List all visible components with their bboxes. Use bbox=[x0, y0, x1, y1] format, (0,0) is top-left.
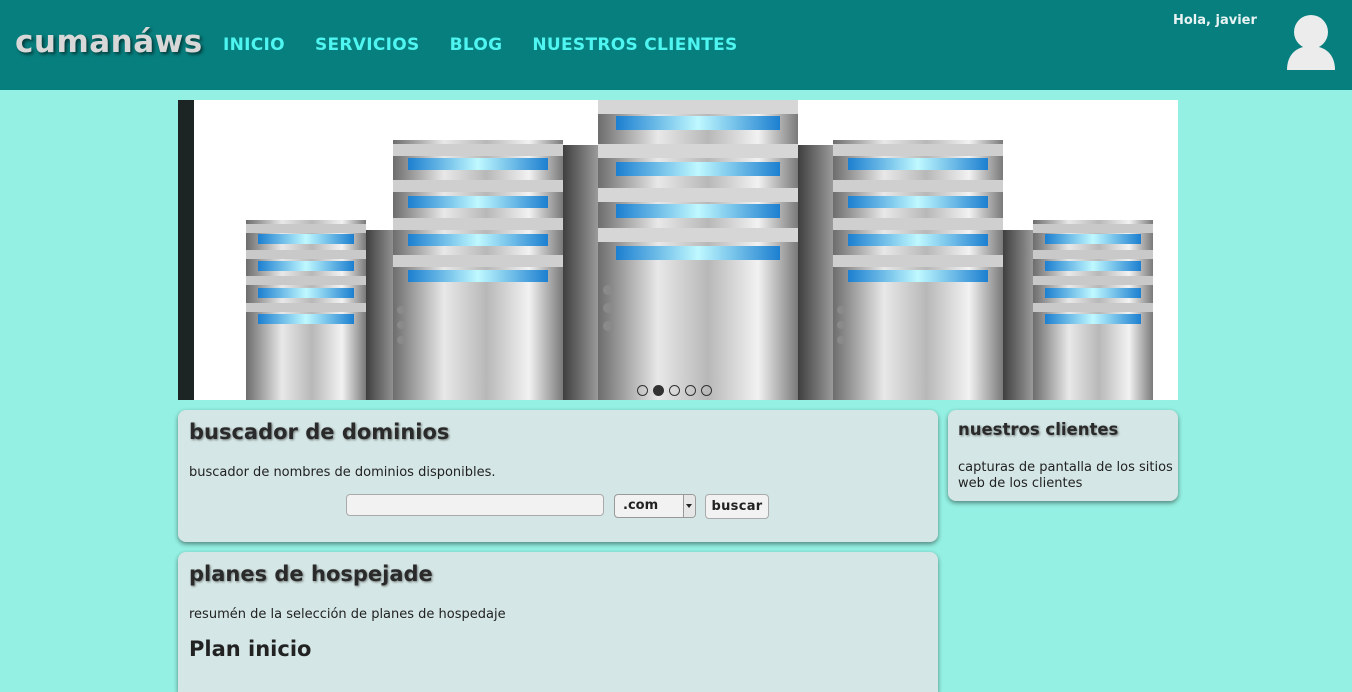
server-racks-image bbox=[246, 100, 1153, 400]
slider-dot[interactable] bbox=[637, 385, 648, 396]
nav-inicio[interactable]: INICIO bbox=[223, 35, 285, 55]
main-nav: INICIO SERVICIOS BLOG NUESTROS CLIENTES bbox=[223, 35, 768, 55]
tld-selected-value: .com bbox=[623, 498, 659, 513]
nav-servicios[interactable]: SERVICIOS bbox=[315, 35, 420, 55]
chevron-down-icon bbox=[683, 495, 695, 517]
domain-search-input[interactable] bbox=[346, 494, 604, 516]
domain-search-title: buscador de dominios bbox=[189, 420, 450, 444]
hosting-plans-description: resumén de la selección de planes de hos… bbox=[189, 607, 506, 622]
user-greeting: Hola, javier bbox=[1173, 13, 1257, 28]
slider-dot[interactable] bbox=[669, 385, 680, 396]
tld-select[interactable]: .com bbox=[614, 494, 696, 518]
site-logo[interactable]: cumanáws bbox=[15, 24, 203, 60]
clients-description: capturas de pantalla de los sitios web d… bbox=[958, 460, 1173, 491]
hosting-plans-panel: planes de hospejade resumén de la selecc… bbox=[178, 552, 938, 692]
slider-dot[interactable] bbox=[685, 385, 696, 396]
slider-dot-active[interactable] bbox=[653, 385, 664, 396]
nav-nuestros-clientes[interactable]: NUESTROS CLIENTES bbox=[532, 35, 737, 55]
user-avatar-icon[interactable] bbox=[1285, 14, 1337, 70]
hero-slider bbox=[178, 100, 1178, 400]
domain-search-description: buscador de nombres de dominios disponib… bbox=[189, 465, 496, 480]
search-button[interactable]: buscar bbox=[705, 494, 769, 519]
slider-pagination bbox=[637, 385, 717, 396]
hosting-plans-title: planes de hospejade bbox=[189, 562, 433, 586]
clients-title: nuestros clientes bbox=[958, 420, 1119, 439]
slider-dot[interactable] bbox=[701, 385, 712, 396]
nav-blog[interactable]: BLOG bbox=[450, 35, 503, 55]
top-navbar: cumanáws INICIO SERVICIOS BLOG NUESTROS … bbox=[0, 0, 1352, 90]
plan-title: Plan inicio bbox=[189, 637, 312, 661]
clients-panel: nuestros clientes capturas de pantalla d… bbox=[948, 410, 1178, 501]
domain-search-panel: buscador de dominios buscador de nombres… bbox=[178, 410, 938, 542]
